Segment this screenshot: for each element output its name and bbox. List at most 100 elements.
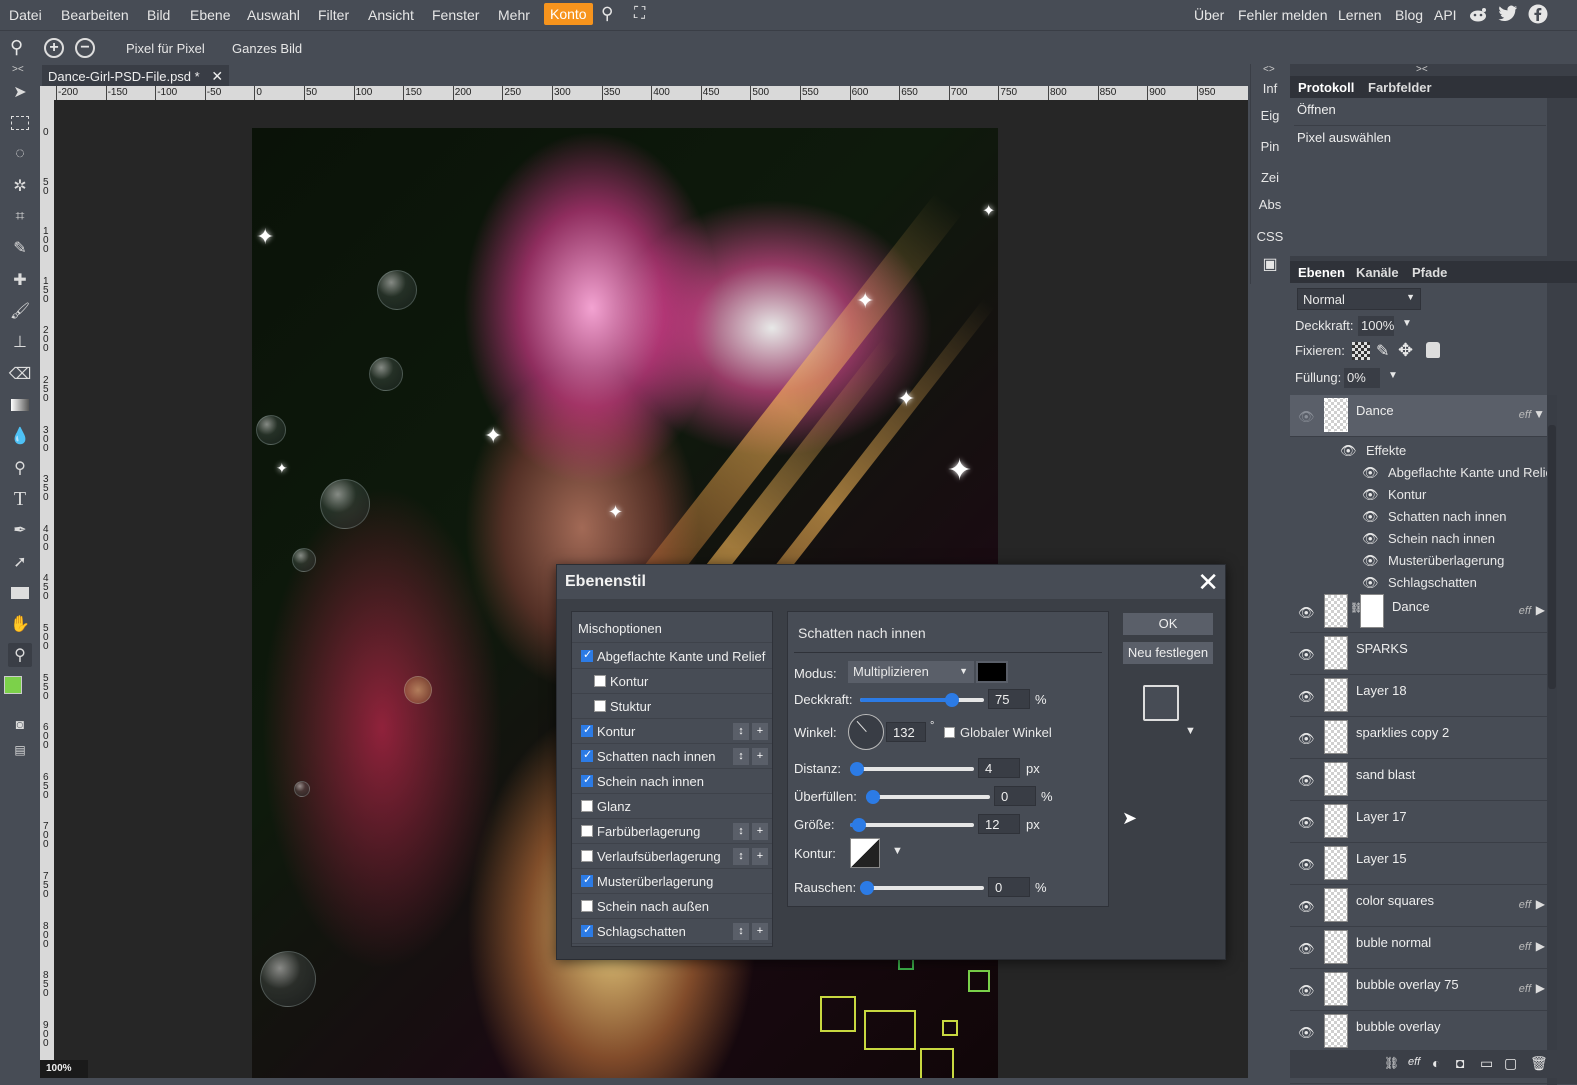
- layer-row[interactable]: 👁 sparklies copy 2: [1290, 717, 1547, 759]
- add-style-icon[interactable]: +: [752, 923, 768, 940]
- visibility-eye-icon[interactable]: 👁: [1298, 983, 1315, 999]
- layer-row[interactable]: 👁 buble normal eff ▶: [1290, 927, 1547, 969]
- eyedropper-tool-icon[interactable]: ✎: [8, 236, 32, 260]
- collapse-effects-icon[interactable]: ▼: [1533, 407, 1545, 421]
- choke-slider[interactable]: [866, 790, 990, 804]
- menu-datei[interactable]: Datei: [9, 7, 42, 23]
- menu-auswahl[interactable]: Auswahl: [247, 7, 300, 23]
- style-item[interactable]: Kontur ↕+: [572, 719, 772, 744]
- lock-move-icon[interactable]: ✥: [1398, 340, 1413, 361]
- delete-layer-icon[interactable]: 🗑: [1530, 1055, 1548, 1072]
- menu-ansicht[interactable]: Ansicht: [368, 7, 414, 23]
- mode-select[interactable]: Multiplizieren ▼: [848, 661, 974, 683]
- visibility-eye-icon[interactable]: 👁: [1362, 575, 1379, 591]
- quick-mask-icon[interactable]: ◙: [8, 712, 32, 736]
- paragraph-panel-button[interactable]: Abs: [1251, 197, 1289, 212]
- tab-kanale[interactable]: Kanäle: [1356, 265, 1399, 280]
- effect-item[interactable]: 👁 Schatten nach innen: [1290, 506, 1547, 528]
- opacity-dropdown-icon[interactable]: ▼: [1402, 318, 1412, 329]
- menu-uber[interactable]: Über: [1194, 7, 1224, 23]
- style-checkbox[interactable]: [594, 675, 606, 687]
- distance-slider[interactable]: [850, 762, 974, 776]
- noise-input[interactable]: 0: [988, 877, 1030, 897]
- history-item[interactable]: Pixel auswählen: [1294, 125, 1546, 151]
- fill-input[interactable]: 0%: [1344, 368, 1380, 388]
- css-panel-button[interactable]: CSS: [1251, 229, 1289, 244]
- lock-paint-icon[interactable]: ✎: [1376, 341, 1389, 361]
- global-angle-checkbox[interactable]: [944, 727, 955, 738]
- effect-item[interactable]: 👁 Schein nach innen: [1290, 528, 1547, 550]
- visibility-eye-icon[interactable]: 👁: [1298, 941, 1315, 957]
- history-item[interactable]: Öffnen: [1294, 98, 1546, 124]
- reorder-icon[interactable]: ↕: [733, 723, 749, 740]
- layers-scrollbar[interactable]: [1547, 395, 1557, 1085]
- style-item[interactable]: Schatten nach innen ↕+: [572, 744, 772, 769]
- fullscreen-icon[interactable]: ⛶: [634, 5, 645, 23]
- layer-row[interactable]: 👁 color squares eff ▶: [1290, 885, 1547, 927]
- text-tool-icon[interactable]: T: [8, 487, 32, 511]
- menu-blog[interactable]: Blog: [1395, 7, 1423, 23]
- zoom-in-icon[interactable]: +: [44, 38, 64, 58]
- contour-preview[interactable]: [850, 838, 880, 868]
- visibility-eye-icon[interactable]: 👁: [1362, 553, 1379, 569]
- visibility-eye-icon[interactable]: 👁: [1298, 731, 1315, 747]
- effects-group[interactable]: 👁 Effekte: [1290, 440, 1547, 462]
- opacity-input[interactable]: 75: [988, 689, 1030, 709]
- blend-mode-select[interactable]: Normal ▼: [1297, 288, 1421, 310]
- add-mask-icon[interactable]: ◘: [1456, 1055, 1464, 1071]
- expand-effects-icon[interactable]: ▶: [1536, 939, 1545, 953]
- ok-button[interactable]: OK: [1123, 613, 1213, 635]
- reorder-icon[interactable]: ↕: [733, 923, 749, 940]
- move-tool-icon[interactable]: ➤: [8, 80, 32, 104]
- document-tab[interactable]: Dance-Girl-PSD-File.psd * ✕: [42, 65, 230, 86]
- effects-badge[interactable]: eff: [1519, 983, 1531, 995]
- dodge-tool-icon[interactable]: ⚲: [8, 456, 32, 480]
- visibility-eye-icon[interactable]: 👁: [1362, 487, 1379, 503]
- reorder-icon[interactable]: ↕: [733, 848, 749, 865]
- layer-row[interactable]: 👁 bubble overlay 75 eff ▶: [1290, 969, 1547, 1011]
- style-item[interactable]: Farbüberlagerung ↕ +: [572, 819, 772, 844]
- visibility-eye-icon[interactable]: 👁: [1362, 509, 1379, 525]
- layer-row[interactable]: 👁 Layer 17: [1290, 801, 1547, 843]
- expand-toggle-icon[interactable]: <>: [1263, 64, 1275, 75]
- style-checkbox[interactable]: [594, 700, 606, 712]
- layer-row[interactable]: 👁 bubble overlay: [1290, 1011, 1547, 1053]
- reset-button[interactable]: Neu festlegen: [1123, 642, 1213, 664]
- new-folder-icon[interactable]: ▭: [1480, 1055, 1493, 1072]
- style-item[interactable]: Schein nach innen: [572, 769, 772, 794]
- blur-tool-icon[interactable]: 💧: [8, 424, 32, 448]
- expand-effects-icon[interactable]: ▶: [1536, 981, 1545, 995]
- layer-row[interactable]: 👁 Dance eff ▼: [1290, 395, 1547, 437]
- crop-tool-icon[interactable]: ⌗: [8, 205, 32, 229]
- collapse-right-icon[interactable]: ><: [1416, 64, 1428, 75]
- layer-row[interactable]: 👁 sand blast: [1290, 759, 1547, 801]
- close-tab-icon[interactable]: ✕: [211, 68, 223, 84]
- menu-ebene[interactable]: Ebene: [190, 7, 230, 23]
- visibility-eye-icon[interactable]: 👁: [1298, 409, 1315, 425]
- effects-badge[interactable]: eff: [1519, 899, 1531, 911]
- shadow-color-swatch[interactable]: [976, 661, 1008, 683]
- style-checkbox[interactable]: [581, 825, 593, 837]
- pen-tool-icon[interactable]: ✒: [8, 518, 32, 542]
- layer-row[interactable]: 👁 SPARKS: [1290, 633, 1547, 675]
- style-checkbox[interactable]: [581, 900, 593, 912]
- style-item[interactable]: Abgeflachte Kante und Relief: [572, 644, 772, 669]
- dialog-titlebar[interactable]: Ebenenstil ✕: [557, 565, 1225, 599]
- menu-konto[interactable]: Konto: [544, 3, 593, 25]
- layer-row[interactable]: 👁 ⛓ Dance eff ▶: [1290, 591, 1547, 633]
- brush-panel-button[interactable]: Pin: [1251, 139, 1289, 154]
- facebook-icon[interactable]: [1528, 4, 1548, 27]
- brush-tool-icon[interactable]: 🖌: [8, 299, 32, 323]
- effect-item[interactable]: 👁 Musterüberlagerung: [1290, 550, 1547, 572]
- fill-dropdown-icon[interactable]: ▼: [1388, 370, 1398, 381]
- visibility-eye-icon[interactable]: 👁: [1298, 899, 1315, 915]
- style-item[interactable]: Stuktur: [572, 694, 772, 719]
- layer-row[interactable]: 👁 Layer 15: [1290, 843, 1547, 885]
- menu-fehler-melden[interactable]: Fehler melden: [1238, 7, 1328, 23]
- info-panel-button[interactable]: Inf: [1251, 81, 1289, 96]
- whole-image-button[interactable]: Ganzes Bild: [232, 41, 302, 56]
- menu-lernen[interactable]: Lernen: [1338, 7, 1382, 23]
- style-item[interactable]: Schlagschatten ↕+: [572, 919, 772, 944]
- search-icon[interactable]: ⚲: [601, 4, 613, 24]
- style-checkbox[interactable]: [581, 800, 593, 812]
